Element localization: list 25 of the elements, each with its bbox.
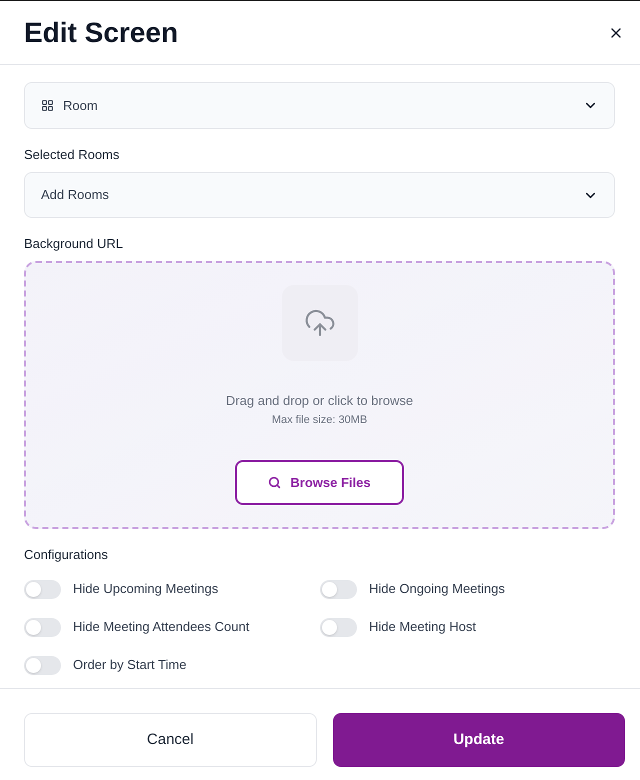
search-icon [268,476,282,489]
field-label: Selected Rooms [24,146,120,164]
rooms-select[interactable]: Add Rooms [24,172,615,218]
toggle-label: Order by Start Time [73,656,186,674]
toggle-switch[interactable] [24,618,61,636]
toggle-label: Hide Meeting Attendees Count [73,618,250,636]
section-label: Configurations [24,546,109,564]
upload-dropzone[interactable]: Drag and drop or click to browse Max file size: 30MB Browse Files [24,261,615,529]
grid-icon [41,99,54,112]
toggle-switch[interactable] [320,580,357,598]
upload-hint: Drag and drop or click to browse [226,392,414,410]
toggle-switch[interactable] [320,618,357,636]
toggle-label: Hide Upcoming Meetings [73,580,218,598]
dialog-title: Edit Screen [24,16,178,50]
update-button[interactable]: Update [332,713,625,767]
max-file-size: Max file size: 30MB [272,413,368,427]
cloud-upload-icon [282,285,358,361]
toggle-switch[interactable] [24,580,61,598]
toggle-label: Hide Meeting Host [369,618,476,636]
room-type-select[interactable]: Room [24,82,615,129]
toggle-label: Hide Ongoing Meetings [369,580,505,598]
toggle-switch[interactable] [24,656,61,674]
field-label: Background URL [24,235,124,253]
browse-files-button[interactable]: Browse Files [235,460,404,505]
cancel-button[interactable]: Cancel [24,713,316,767]
